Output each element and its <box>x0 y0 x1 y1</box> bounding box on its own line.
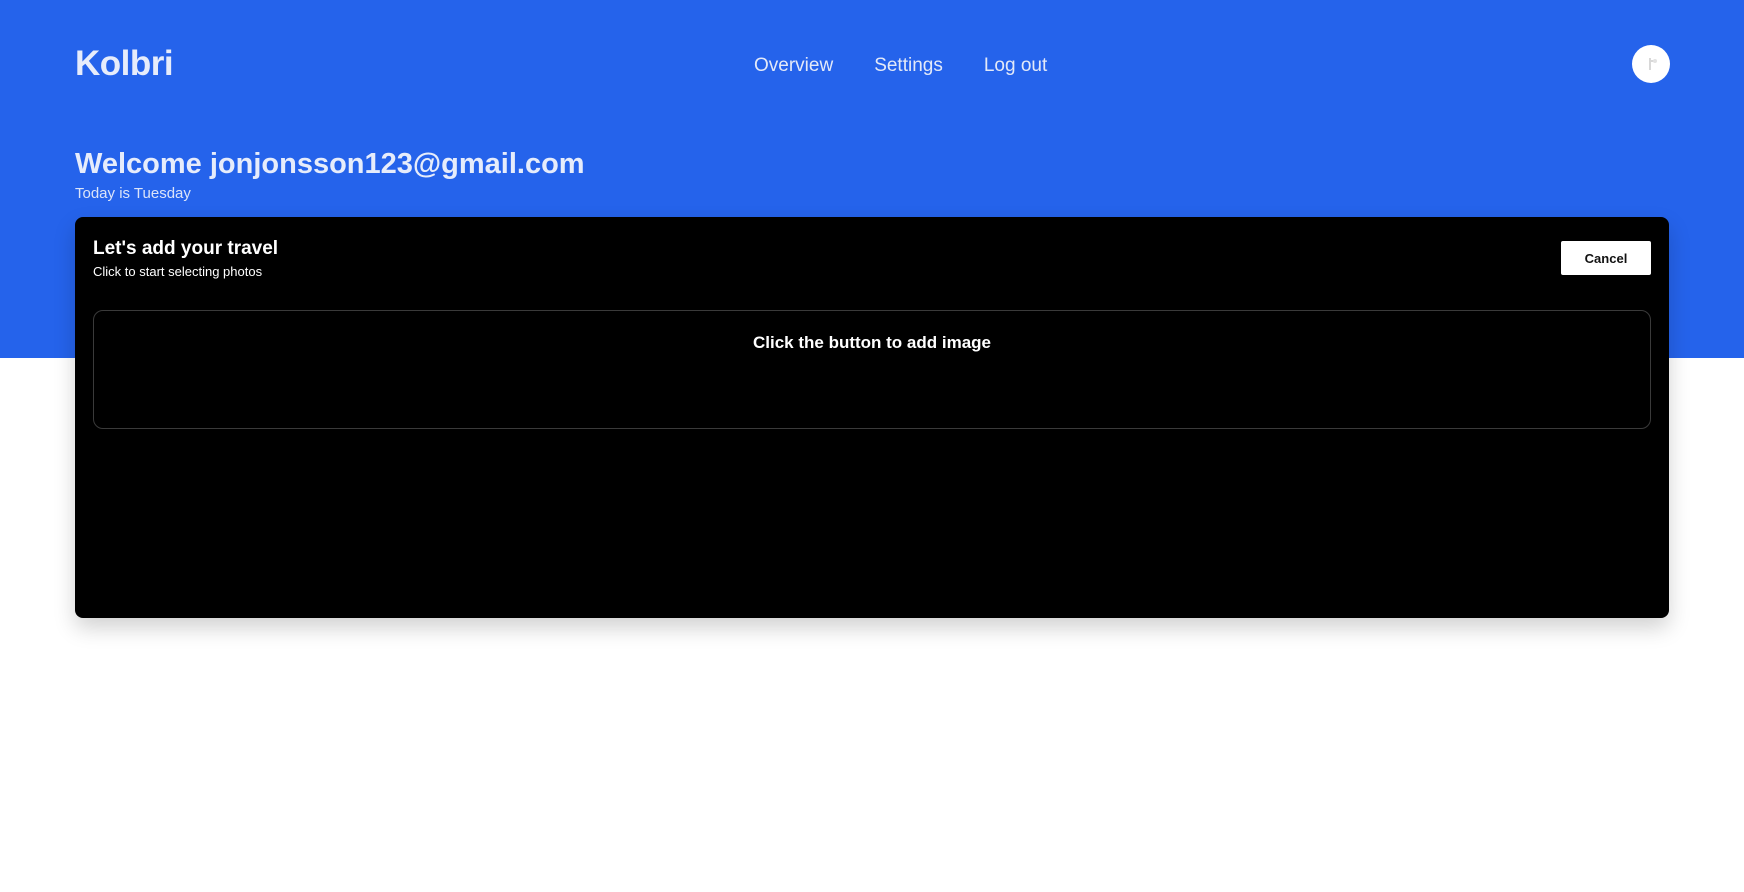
nav-log-out[interactable]: Log out <box>984 55 1047 77</box>
cancel-button[interactable]: Cancel <box>1561 241 1651 275</box>
user-avatar[interactable] <box>1632 45 1670 83</box>
card-title: Let's add your travel <box>93 238 279 259</box>
main-nav: Overview Settings Log out <box>754 55 1047 77</box>
welcome-heading: Welcome jonjonsson123@gmail.com <box>75 148 585 180</box>
today-label: Today is Tuesday <box>75 185 191 202</box>
nav-overview[interactable]: Overview <box>754 55 833 77</box>
card-subtitle: Click to start selecting photos <box>93 264 263 279</box>
add-travel-card: Let's add your travel Click to start sel… <box>75 217 1669 618</box>
user-avatar-icon <box>1649 58 1657 70</box>
app-logo[interactable]: Kolbri <box>75 44 174 84</box>
nav-settings[interactable]: Settings <box>874 55 943 77</box>
dropzone-label: Click the button to add image <box>752 333 991 352</box>
image-dropzone[interactable]: Click the button to add image <box>93 310 1651 429</box>
